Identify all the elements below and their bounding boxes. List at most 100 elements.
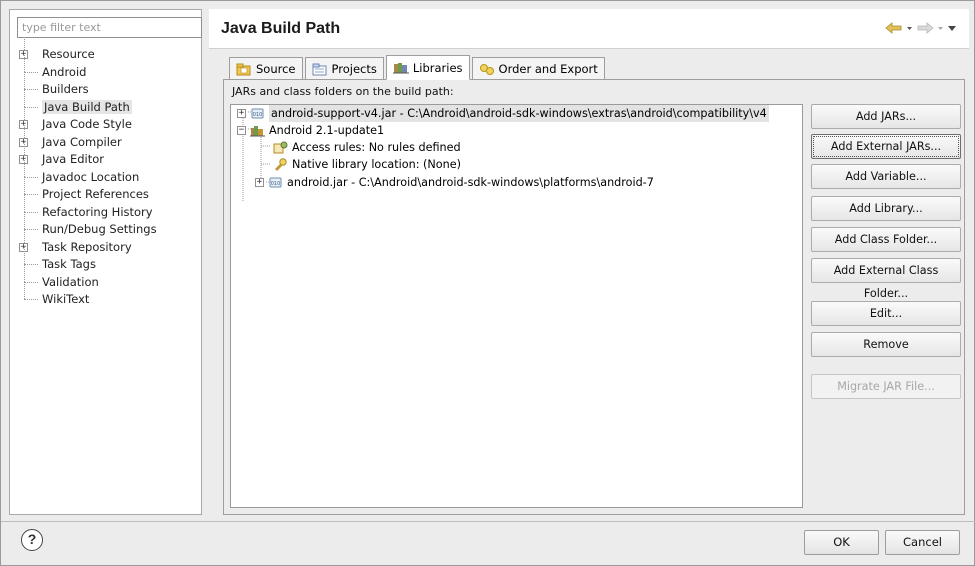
tree-row-android-library[interactable]: − Android 2.1-update1 bbox=[237, 122, 384, 139]
nav-item-label: Java Code Style bbox=[42, 117, 132, 131]
tab-projects[interactable]: Projects bbox=[304, 57, 384, 80]
tree-line bbox=[24, 229, 38, 230]
expand-toggle-icon[interactable]: + bbox=[237, 109, 246, 118]
build-path-label: JARs and class folders on the build path… bbox=[232, 85, 454, 98]
tab-bar: Source Projects Libraries Order and Expo… bbox=[229, 55, 607, 80]
tab-libraries[interactable]: Libraries bbox=[385, 55, 470, 80]
access-rules-icon bbox=[273, 141, 288, 154]
cancel-button[interactable]: Cancel bbox=[885, 530, 960, 555]
nav-item-validation[interactable]: Validation bbox=[15, 264, 201, 292]
nav-item-label: Resource bbox=[42, 47, 95, 61]
tree-line bbox=[24, 54, 25, 72]
jar-icon: 010 bbox=[268, 176, 283, 189]
tree-row-android-jar[interactable]: + 010 android.jar - C:\Android\android-s… bbox=[255, 174, 654, 191]
tab-source[interactable]: Source bbox=[229, 57, 303, 80]
tree-line bbox=[24, 211, 38, 213]
nav-item-resource[interactable]: + Resource bbox=[15, 37, 201, 64]
back-dropdown-icon[interactable] bbox=[906, 22, 913, 37]
nav-item-label: Project References bbox=[42, 187, 149, 201]
libraries-tab-panel: JARs and class folders on the build path… bbox=[223, 79, 965, 515]
tree-line bbox=[24, 71, 38, 73]
nav-item-java-code-style[interactable]: + Java Code Style bbox=[15, 107, 201, 134]
nav-item-label: Android bbox=[42, 64, 87, 79]
tree-line bbox=[24, 72, 25, 89]
nav-item-label: WikiText bbox=[42, 292, 90, 306]
remove-button[interactable]: Remove bbox=[811, 332, 961, 357]
nav-item-java-editor[interactable]: + Java Editor bbox=[15, 142, 201, 169]
ok-button[interactable]: OK bbox=[804, 530, 879, 555]
nav-item-label: Java Build Path bbox=[42, 99, 132, 114]
migrate-jar-button: Migrate JAR File... bbox=[811, 374, 961, 399]
add-class-folder-button[interactable]: Add Class Folder... bbox=[811, 227, 961, 252]
tree-line bbox=[24, 176, 38, 178]
order-export-icon bbox=[479, 63, 495, 76]
nav-item-task-tags[interactable]: Task Tags bbox=[15, 247, 201, 274]
tree-line bbox=[24, 177, 25, 194]
nav-item-project-references[interactable]: Project References bbox=[15, 177, 201, 204]
nav-item-label: Task Tags bbox=[42, 257, 96, 271]
forward-dropdown-icon[interactable] bbox=[937, 22, 944, 37]
nav-item-java-build-path[interactable]: Java Build Path bbox=[15, 89, 201, 117]
filter-input[interactable] bbox=[17, 17, 202, 38]
source-folder-icon bbox=[236, 63, 252, 76]
tree-line bbox=[24, 212, 25, 229]
nav-item-label: Run/Debug Settings bbox=[42, 222, 157, 236]
help-icon[interactable]: ? bbox=[21, 529, 43, 551]
tree-line bbox=[24, 264, 25, 282]
tree-line bbox=[24, 194, 38, 195]
tree-line bbox=[24, 264, 38, 265]
nav-item-refactoring-history[interactable]: Refactoring History bbox=[15, 194, 201, 222]
tree-label: Android 2.1-update1 bbox=[269, 124, 385, 137]
nav-item-task-repository[interactable]: + Task Repository bbox=[15, 229, 201, 257]
add-external-jars-button[interactable]: Add External JARs... bbox=[811, 134, 961, 159]
page-title: Java Build Path bbox=[221, 20, 341, 37]
build-path-tree[interactable]: + 010 android-support-v4.jar - C:\Androi… bbox=[230, 104, 803, 508]
add-jars-button[interactable]: Add JARs... bbox=[811, 104, 961, 129]
tree-line bbox=[24, 194, 25, 212]
tree-line bbox=[24, 282, 25, 299]
tree-line bbox=[24, 89, 38, 90]
nav-item-javadoc-location[interactable]: Javadoc Location bbox=[15, 159, 201, 187]
tree-line bbox=[24, 106, 38, 108]
properties-dialog: +ResourceAndroidBuildersJava Build Path+… bbox=[0, 0, 975, 566]
tree-label: Native library location: (None) bbox=[292, 158, 461, 171]
tree-label: android.jar - C:\Android\android-sdk-win… bbox=[287, 176, 654, 189]
nav-item-android[interactable]: Android bbox=[15, 54, 201, 82]
page-header: Java Build Path bbox=[209, 9, 969, 49]
nav-item-label: Validation bbox=[42, 274, 99, 289]
add-library-button[interactable]: Add Library... bbox=[811, 196, 961, 221]
tree-line bbox=[24, 299, 38, 300]
nav-item-label: Java Compiler bbox=[42, 134, 122, 149]
back-arrow-icon[interactable] bbox=[885, 21, 903, 37]
tab-projects-label: Projects bbox=[331, 62, 377, 76]
history-nav bbox=[885, 21, 957, 37]
collapse-toggle-icon[interactable]: − bbox=[237, 126, 246, 135]
forward-arrow-icon[interactable] bbox=[916, 21, 934, 37]
jar-icon: 010 bbox=[250, 107, 265, 120]
view-menu-icon[interactable] bbox=[947, 22, 957, 37]
nav-item-wikitext[interactable]: WikiText bbox=[15, 282, 201, 309]
nav-item-java-compiler[interactable]: + Java Compiler bbox=[15, 124, 201, 152]
tree-line bbox=[24, 281, 38, 283]
tree-row-support-jar[interactable]: + 010 android-support-v4.jar - C:\Androi… bbox=[237, 105, 769, 122]
expand-toggle-icon[interactable]: + bbox=[255, 178, 264, 187]
add-external-class-folder-button[interactable]: Add External Class Folder... bbox=[811, 258, 961, 300]
build-path-content: Source Projects Libraries Order and Expo… bbox=[209, 49, 969, 515]
tree-line bbox=[24, 159, 25, 177]
tab-source-label: Source bbox=[256, 62, 296, 76]
nav-item-label: Javadoc Location bbox=[42, 169, 140, 184]
tree-row-access-rules[interactable]: Access rules: No rules defined bbox=[273, 139, 461, 156]
tree-row-native-location[interactable]: Native library location: (None) bbox=[273, 156, 461, 173]
nav-item-run-debug-settings[interactable]: Run/Debug Settings bbox=[15, 212, 201, 239]
libraries-icon bbox=[392, 61, 409, 74]
nav-item-builders[interactable]: Builders bbox=[15, 72, 201, 99]
properties-nav-tree: + Resource Android Builders Java Build Path +… bbox=[15, 37, 201, 309]
add-variable-button[interactable]: Add Variable... bbox=[811, 164, 961, 189]
tree-label: android-support-v4.jar - C:\Android\andr… bbox=[269, 105, 769, 122]
projects-icon bbox=[312, 63, 328, 76]
properties-nav-pane: +ResourceAndroidBuildersJava Build Path+… bbox=[9, 9, 202, 515]
tree-line bbox=[24, 89, 25, 107]
footer-separator bbox=[1, 521, 975, 522]
tab-order-and-export[interactable]: Order and Export bbox=[471, 57, 605, 80]
edit-button[interactable]: Edit... bbox=[811, 301, 961, 326]
